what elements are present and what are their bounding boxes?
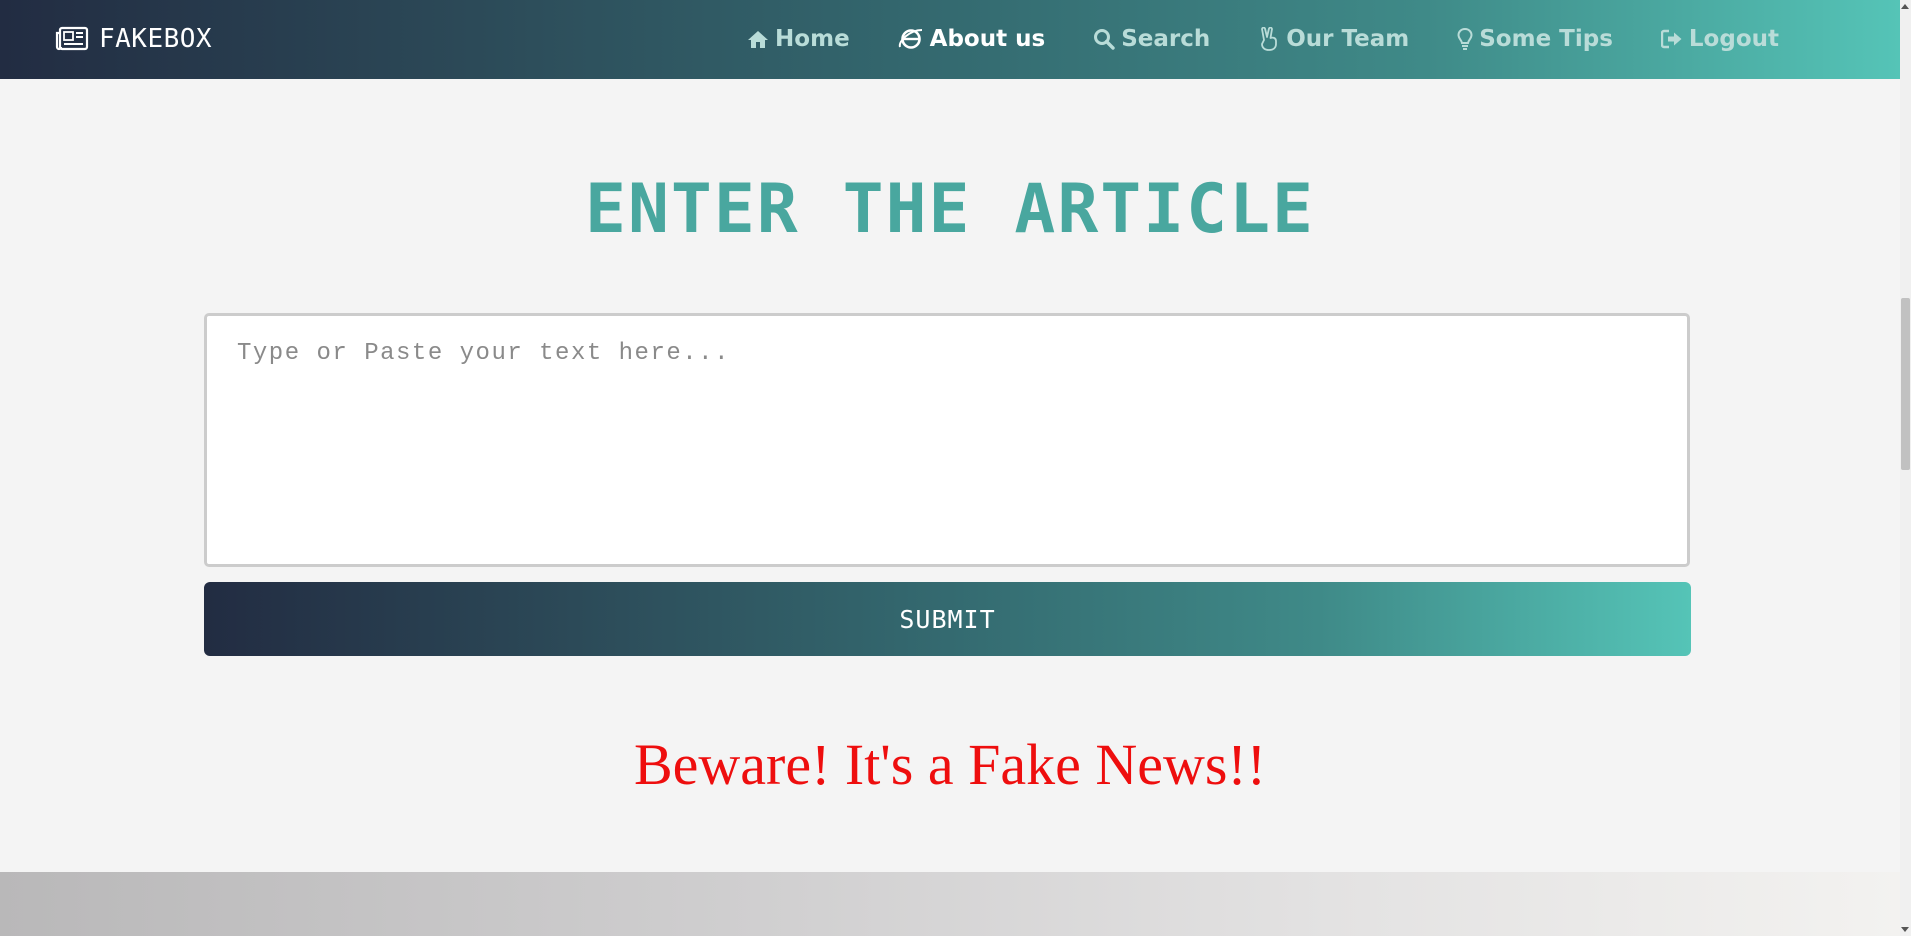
nav-item-label: Logout: [1688, 26, 1779, 52]
page-scrollbar[interactable]: [1900, 0, 1911, 936]
brand-link[interactable]: FAKEBOX: [55, 22, 212, 56]
scroll-down-arrow-icon[interactable]: [1901, 927, 1909, 932]
nav-item-some-tips[interactable]: Some Tips: [1433, 26, 1637, 52]
brand-name: FAKEBOX: [99, 24, 213, 54]
newspaper-icon: [55, 26, 89, 52]
submit-button[interactable]: SUBMIT: [204, 582, 1691, 656]
search-icon: [1093, 28, 1115, 50]
page-title: ENTER THE ARTICLE: [585, 170, 1315, 249]
result-message: Beware! It's a Fake News!!: [633, 732, 1267, 797]
hand-peace-icon: [1258, 27, 1280, 51]
footer-section: [0, 872, 1900, 936]
page: FAKEBOX Home About us Search Our Team So…: [0, 0, 1911, 936]
nav-links: Home About us Search Our Team Some Tips …: [723, 20, 1803, 58]
nav-item-about-us[interactable]: About us: [874, 26, 1070, 52]
nav-item-label: About us: [929, 26, 1046, 52]
nav-item-label: Our Team: [1286, 26, 1410, 52]
article-text-input[interactable]: [204, 313, 1690, 567]
navbar: FAKEBOX Home About us Search Our Team So…: [0, 0, 1900, 79]
nav-item-home[interactable]: Home: [723, 26, 874, 52]
home-icon: [747, 30, 769, 49]
lightbulb-icon: [1457, 27, 1473, 51]
scrollbar-thumb[interactable]: [1901, 298, 1910, 470]
nav-item-our-team[interactable]: Our Team: [1234, 26, 1433, 52]
sign-out-icon: [1660, 29, 1683, 49]
nav-item-logout[interactable]: Logout: [1637, 26, 1803, 52]
internet-explorer-icon: [898, 27, 924, 51]
scroll-up-arrow-icon[interactable]: [1901, 4, 1909, 9]
nav-item-label: Home: [775, 26, 850, 52]
nav-item-label: Some Tips: [1479, 26, 1613, 52]
nav-item-label: Search: [1121, 26, 1211, 52]
nav-item-search[interactable]: Search: [1069, 26, 1234, 52]
